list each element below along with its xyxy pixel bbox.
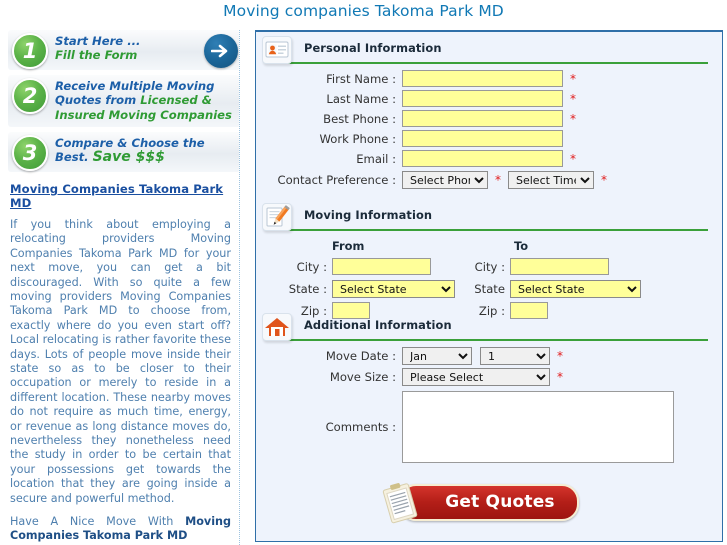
steps-list: 1 Start Here ... Fill the Form 2 Receive… (8, 30, 239, 172)
comments-textarea[interactable] (402, 391, 674, 463)
to-state-select[interactable]: Select State (510, 280, 641, 298)
required-marker: * (570, 111, 576, 126)
field-row-to-state: State Select State (438, 280, 641, 298)
step-text-3: Compare & Choose the Best. Save $$$ (55, 136, 234, 165)
to-city-input[interactable] (510, 258, 609, 275)
required-marker: * (570, 91, 576, 106)
label-from-city: City : (296, 259, 327, 274)
section-additional-information: Additional Information Move Date : Jan 1… (256, 313, 722, 467)
from-city-input[interactable] (332, 258, 431, 275)
field-row-from-city: City : (256, 258, 431, 275)
contact-time-select[interactable]: Select Time (508, 171, 594, 189)
section-header-additional: Additional Information (262, 313, 708, 341)
section-title-personal: Personal Information (304, 41, 442, 55)
sidebar-keyword-link[interactable]: Moving Companies Takoma Park MD (10, 182, 233, 210)
label-work-phone: Work Phone : (319, 131, 396, 146)
step-number-badge-2: 2 (12, 78, 48, 114)
section-title-additional: Additional Information (304, 318, 452, 332)
field-row-from-state: State : Select State (256, 280, 455, 298)
step-line-head: Quotes from (55, 93, 141, 108)
move-size-select[interactable]: Please Select (402, 368, 550, 386)
step-line: Quotes from Licensed & (55, 93, 234, 107)
step-item-3: 3 Compare & Choose the Best. Save $$$ (8, 131, 239, 172)
field-row-contact-preference: Contact Preference : Select Phone * Sele… (256, 171, 722, 189)
sidebar-heading-2: Have A Nice Move With Moving Companies T… (10, 515, 231, 544)
section-title-moving: Moving Information (304, 208, 433, 222)
field-row-to-city: City : (438, 258, 609, 275)
field-row-email: Email : * (256, 150, 722, 167)
contact-card-icon (262, 36, 292, 64)
label-from-state: State : (288, 282, 327, 296)
next-arrow-button[interactable] (204, 34, 238, 68)
step-line: Insured Moving Companies (55, 107, 232, 122)
step-line: Receive Multiple Moving (55, 79, 215, 93)
section-moving-information: Moving Information From To City : State … (256, 203, 722, 319)
house-icon (262, 313, 292, 341)
required-marker: * (557, 370, 563, 384)
required-marker: * (570, 71, 576, 86)
step-number-badge-1: 1 (12, 33, 48, 69)
column-header-to: To (514, 239, 529, 253)
field-row-work-phone: Work Phone : * (256, 130, 722, 147)
label-first-name: First Name : (326, 71, 396, 86)
step-item-1: 1 Start Here ... Fill the Form (8, 30, 239, 70)
section-personal-information: Personal Information First Name : * Last… (256, 36, 722, 196)
required-marker: * (570, 151, 576, 166)
best-phone-input[interactable] (402, 110, 563, 127)
step-line: Best. Save $$$ (55, 150, 234, 164)
field-row-move-size: Move Size : Please Select * (256, 368, 722, 386)
get-quotes-button[interactable]: Get Quotes (383, 483, 579, 524)
section-header-personal: Personal Information (262, 36, 708, 64)
move-day-select[interactable]: 1 (480, 347, 550, 365)
step-line: Compare & Choose the (55, 135, 205, 150)
work-phone-input[interactable] (402, 130, 563, 147)
from-state-select[interactable]: Select State (332, 280, 455, 298)
label-contact-preference: Contact Preference : (277, 173, 396, 187)
step-line-tail: Save $$$ (92, 149, 165, 166)
clipboard-icon (374, 476, 428, 530)
step-item-2: 2 Receive Multiple Moving Quotes from Li… (8, 75, 239, 127)
step-line-head: Best. (55, 150, 93, 165)
page-title: Moving companies Takoma Park MD (223, 2, 504, 20)
field-row-last-name: Last Name : * (256, 90, 722, 107)
step-number-badge-3: 3 (12, 134, 48, 171)
sidebar: 1 Start Here ... Fill the Form 2 Receive… (8, 30, 240, 545)
label-move-size: Move Size : (329, 370, 396, 384)
label-to-city: City : (474, 259, 505, 274)
submit-area: Get Quotes (256, 483, 722, 534)
field-row-best-phone: Best Phone : * (256, 110, 722, 127)
moving-fields: From To City : State : Select State Zip … (256, 231, 722, 319)
label-best-phone: Best Phone : (323, 111, 396, 126)
sidebar-heading-prefix: Have A Nice Move With (10, 515, 186, 529)
quote-form-panel: Personal Information First Name : * Last… (255, 30, 723, 542)
page-root: Moving companies Takoma Park MD 1 Start … (0, 0, 727, 545)
label-to-state: State (474, 282, 505, 296)
last-name-input[interactable] (402, 90, 563, 107)
required-marker: * (495, 173, 501, 187)
label-last-name: Last Name : (326, 91, 396, 106)
pencil-note-icon (262, 203, 292, 231)
first-name-input[interactable] (402, 70, 563, 87)
get-quotes-label: Get Quotes (445, 492, 555, 512)
move-month-select[interactable]: Jan (402, 347, 472, 365)
label-comments: Comments : (325, 420, 396, 434)
label-move-date: Move Date : (325, 349, 396, 363)
sidebar-paragraph-1: If you think about employing a relocatin… (10, 217, 231, 505)
field-row-first-name: First Name : * (256, 70, 722, 87)
additional-fields: Move Date : Jan 1 * Move Size : Please S… (256, 341, 722, 467)
required-marker: * (601, 173, 607, 187)
step-text-2: Receive Multiple Moving Quotes from Lice… (55, 79, 234, 122)
email-input[interactable] (402, 150, 563, 167)
field-row-move-date: Move Date : Jan 1 * (256, 347, 722, 365)
required-marker: * (557, 349, 563, 363)
personal-fields: First Name : * Last Name : * Best Phone … (256, 64, 722, 196)
column-header-from: From (332, 239, 365, 253)
section-header-moving: Moving Information (262, 203, 708, 231)
label-email: Email : (356, 151, 396, 166)
step-line-tail: Licensed & (140, 93, 212, 108)
field-row-comments: Comments : (256, 391, 722, 463)
contact-phone-select[interactable]: Select Phone (402, 171, 488, 189)
